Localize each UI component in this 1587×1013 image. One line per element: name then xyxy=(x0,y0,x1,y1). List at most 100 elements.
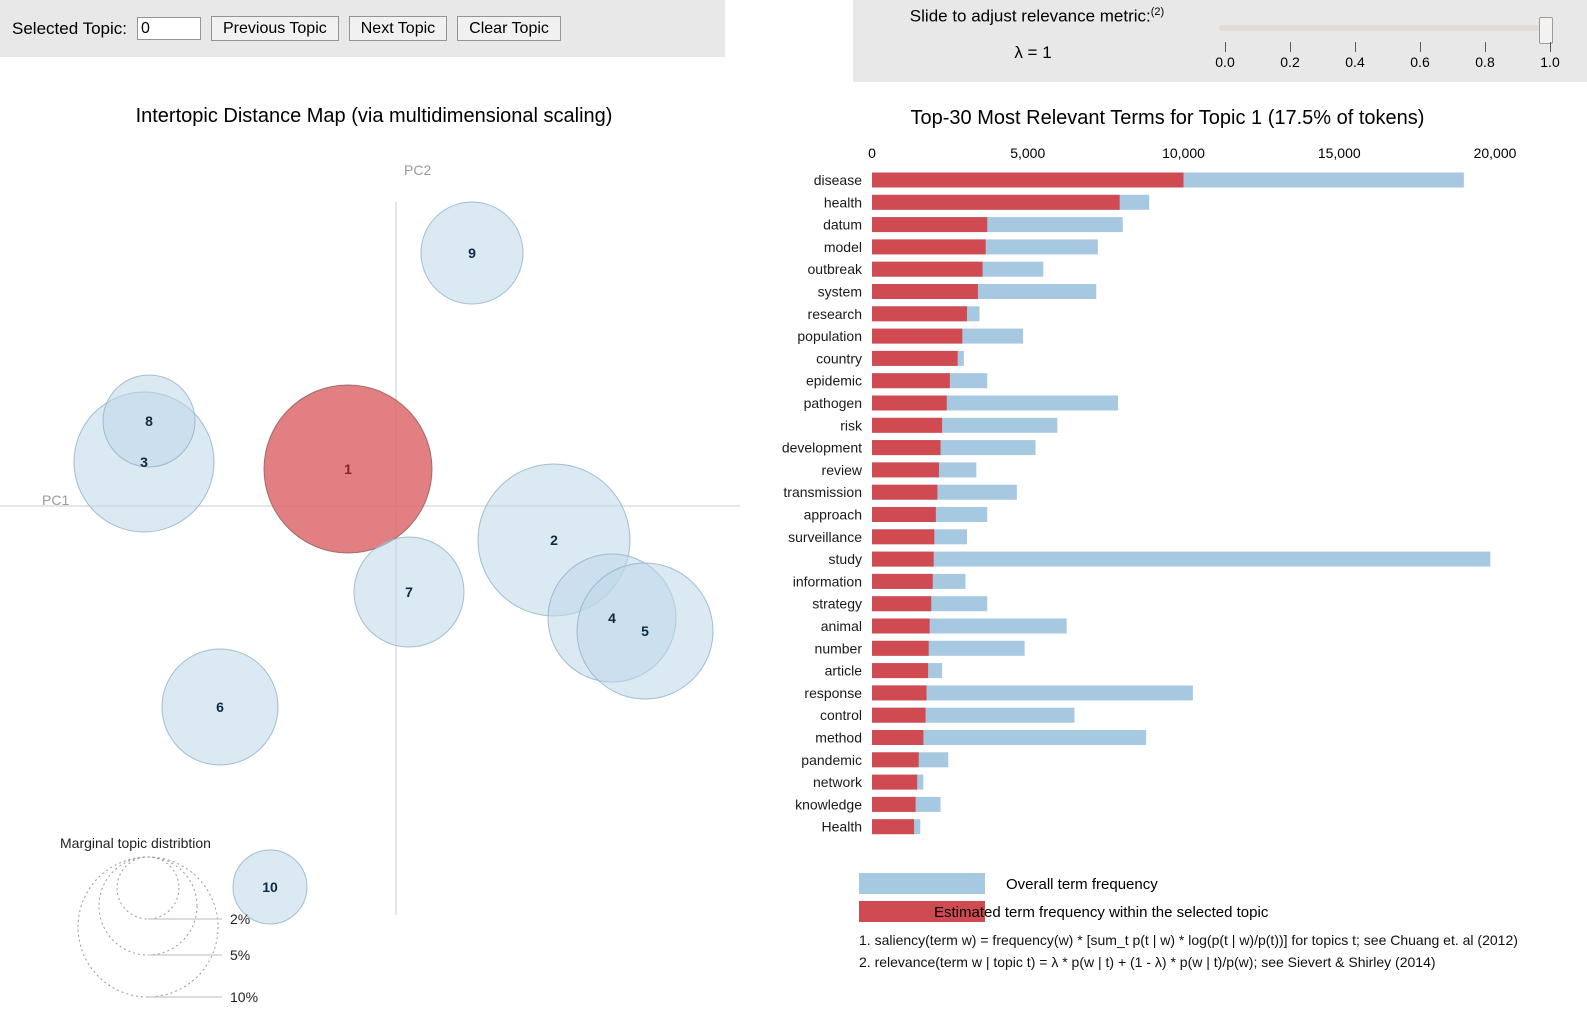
legend-label-overall: Overall term frequency xyxy=(1006,876,1158,893)
bar-row[interactable]: datum xyxy=(823,217,1123,233)
bar-row[interactable]: risk xyxy=(840,417,1058,433)
bar-row[interactable]: health xyxy=(824,194,1150,210)
bar-row[interactable]: development xyxy=(782,440,1036,456)
slider-tick-2 xyxy=(1355,42,1356,52)
bar-row[interactable]: article xyxy=(825,663,943,679)
marginal-legend-title: Marginal topic distribtion xyxy=(60,835,211,851)
term-label-number[interactable]: number xyxy=(815,640,863,656)
next-topic-button[interactable]: Next Topic xyxy=(348,16,448,41)
selected-topic-input[interactable] xyxy=(136,17,201,40)
term-label-article[interactable]: article xyxy=(825,663,863,679)
bar-estimated-research xyxy=(872,306,968,322)
term-label-animal[interactable]: animal xyxy=(821,618,862,634)
slider-tick-label-0: 0.0 xyxy=(1215,54,1235,70)
bar-row[interactable]: pandemic xyxy=(801,752,949,768)
bar-row[interactable]: study xyxy=(829,551,1491,567)
bar-row[interactable]: outbreak xyxy=(808,261,1044,277)
bar-row[interactable]: approach xyxy=(804,507,988,523)
term-label-system[interactable]: system xyxy=(818,284,862,300)
term-label-disease[interactable]: disease xyxy=(814,172,862,188)
bar-estimated-risk xyxy=(872,417,943,433)
relevance-label-group: Slide to adjust relevance metric:(2) λ =… xyxy=(853,6,1213,63)
bar-estimated-control xyxy=(872,707,926,723)
marginal-ring-10pct xyxy=(77,856,219,998)
term-label-strategy[interactable]: strategy xyxy=(812,596,862,612)
term-label-Health[interactable]: Health xyxy=(822,819,862,835)
x-tick-label-2: 10,000 xyxy=(1162,145,1205,161)
term-label-surveillance[interactable]: surveillance xyxy=(788,529,862,545)
bar-row[interactable]: Health xyxy=(822,819,921,835)
term-label-development[interactable]: development xyxy=(782,440,862,456)
bar-row[interactable]: knowledge xyxy=(795,796,941,812)
term-label-health[interactable]: health xyxy=(824,194,862,210)
bar-row[interactable]: response xyxy=(804,685,1193,701)
pc2-axis-label: PC2 xyxy=(404,162,431,178)
term-label-risk[interactable]: risk xyxy=(840,417,863,433)
bar-row[interactable]: surveillance xyxy=(788,529,968,545)
lambda-slider[interactable]: 0.0 0.2 0.4 0.6 0.8 1.0 xyxy=(1213,14,1573,72)
term-label-outbreak[interactable]: outbreak xyxy=(808,261,863,277)
term-label-model[interactable]: model xyxy=(824,239,862,255)
bar-estimated-epidemic xyxy=(872,373,950,389)
bar-estimated-knowledge xyxy=(872,796,916,812)
term-label-research[interactable]: research xyxy=(808,306,862,322)
bar-estimated-population xyxy=(872,328,963,344)
bar-estimated-pandemic xyxy=(872,752,919,768)
bar-row[interactable]: population xyxy=(797,328,1024,344)
bar-row[interactable]: epidemic xyxy=(806,373,988,389)
term-label-epidemic[interactable]: epidemic xyxy=(806,373,862,389)
term-label-response[interactable]: response xyxy=(804,685,862,701)
term-label-population[interactable]: population xyxy=(797,328,862,344)
bar-row[interactable]: pathogen xyxy=(804,395,1119,411)
term-label-approach[interactable]: approach xyxy=(804,507,862,523)
topic-circle-label-6: 6 xyxy=(216,699,224,715)
marginal-legend-label-5pct: 5% xyxy=(230,947,250,963)
bar-row[interactable]: model xyxy=(824,239,1098,255)
term-label-knowledge[interactable]: knowledge xyxy=(795,796,862,812)
previous-topic-button[interactable]: Previous Topic xyxy=(210,16,339,41)
bar-row[interactable]: transmission xyxy=(783,484,1017,500)
term-label-method[interactable]: method xyxy=(815,730,862,746)
top-terms-barchart-panel: Top-30 Most Relevant Terms for Topic 1 (… xyxy=(748,82,1587,1013)
topic-circle-group: 1 2 3 4 5 6 7 8 9 10 xyxy=(73,201,714,925)
term-label-review[interactable]: review xyxy=(822,462,863,478)
lambda-slider-handle[interactable] xyxy=(1539,17,1553,44)
legend-label-estimated: Estimated term frequency within the sele… xyxy=(934,904,1269,921)
term-label-study[interactable]: study xyxy=(829,551,862,567)
bar-estimated-country xyxy=(872,350,958,366)
bar-estimated-review xyxy=(872,462,939,478)
term-label-information[interactable]: information xyxy=(793,573,862,589)
bar-estimated-disease xyxy=(872,172,1184,188)
bar-estimated-network xyxy=(872,774,918,790)
term-label-control[interactable]: control xyxy=(820,707,862,723)
pc1-axis-label: PC1 xyxy=(42,492,69,508)
bar-row[interactable]: system xyxy=(818,284,1097,300)
marginal-topic-distribution-legend: Marginal topic distribtion 2% 5% 10% xyxy=(60,835,258,1005)
bar-row[interactable]: information xyxy=(793,573,966,589)
bar-row[interactable]: strategy xyxy=(812,596,988,612)
bar-row[interactable]: method xyxy=(815,730,1147,746)
bar-estimated-response xyxy=(872,685,927,701)
term-label-country[interactable]: country xyxy=(816,350,862,366)
bar-estimated-number xyxy=(872,640,929,656)
term-label-pandemic[interactable]: pandemic xyxy=(801,752,862,768)
term-label-transmission[interactable]: transmission xyxy=(783,484,862,500)
lambda-slider-track[interactable] xyxy=(1219,25,1547,31)
bar-row[interactable]: number xyxy=(815,640,1025,656)
clear-topic-button[interactable]: Clear Topic xyxy=(457,16,561,41)
bar-row[interactable]: disease xyxy=(814,172,1464,188)
term-label-datum[interactable]: datum xyxy=(823,217,862,233)
barchart-svg: 0 5,000 10,000 15,000 20,000 disease health da… xyxy=(782,145,1518,970)
bar-row[interactable]: country xyxy=(816,350,964,366)
topic-circle-label-7: 7 xyxy=(405,584,413,600)
bar-row[interactable]: research xyxy=(808,306,980,322)
topic-circle-label-5: 5 xyxy=(641,623,649,639)
bar-row[interactable]: network xyxy=(813,774,924,790)
term-label-network[interactable]: network xyxy=(813,774,863,790)
bar-estimated-pathogen xyxy=(872,395,947,411)
topic-circle-label-3: 3 xyxy=(140,454,148,470)
bar-row[interactable]: review xyxy=(822,462,977,478)
bar-row[interactable]: animal xyxy=(821,618,1067,634)
term-label-pathogen[interactable]: pathogen xyxy=(804,395,862,411)
bar-row[interactable]: control xyxy=(820,707,1075,723)
